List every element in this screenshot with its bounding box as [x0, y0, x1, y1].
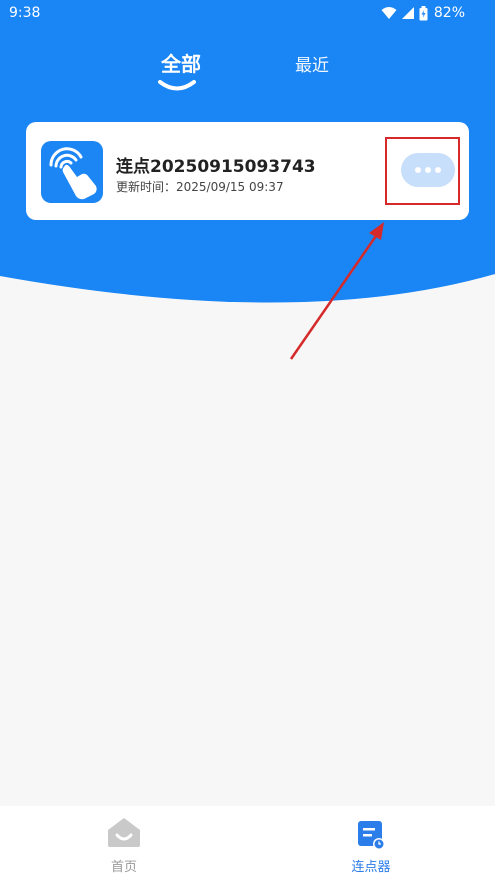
more-dots-icon — [415, 167, 421, 173]
bottom-navigation: 首页 连点器 — [0, 806, 495, 880]
tab-bar: 全部 最近 — [0, 48, 495, 98]
wifi-icon — [381, 6, 397, 20]
clicker-card[interactable]: 连点20250915093743 更新时间：2025/09/15 09:37 — [26, 122, 469, 220]
more-options-button[interactable] — [401, 153, 455, 187]
status-icons: 82% — [381, 5, 465, 21]
status-bar: 9:38 82% — [0, 0, 495, 28]
nav-clicker[interactable]: 连点器 — [311, 806, 431, 880]
signal-icon — [401, 6, 415, 20]
tap-gesture-icon — [41, 141, 103, 203]
updated-time: 2025/09/15 09:37 — [176, 180, 284, 194]
more-dot — [425, 167, 431, 173]
card-updated: 更新时间：2025/09/15 09:37 — [116, 178, 284, 195]
battery-icon — [419, 5, 428, 21]
tab-all[interactable]: 全部 — [161, 48, 201, 77]
clicker-list-icon — [353, 816, 387, 854]
status-time: 9:38 — [9, 5, 41, 21]
nav-clicker-label: 连点器 — [351, 860, 391, 875]
home-icon — [106, 816, 142, 852]
nav-home[interactable]: 首页 — [64, 806, 184, 880]
card-title: 连点20250915093743 — [116, 157, 316, 177]
battery-percent: 82% — [433, 5, 465, 21]
nav-home-label: 首页 — [110, 860, 137, 875]
active-tab-indicator — [157, 79, 197, 101]
tab-recent[interactable]: 最近 — [295, 51, 329, 76]
more-dot — [435, 167, 441, 173]
updated-label: 更新时间： — [116, 180, 177, 194]
